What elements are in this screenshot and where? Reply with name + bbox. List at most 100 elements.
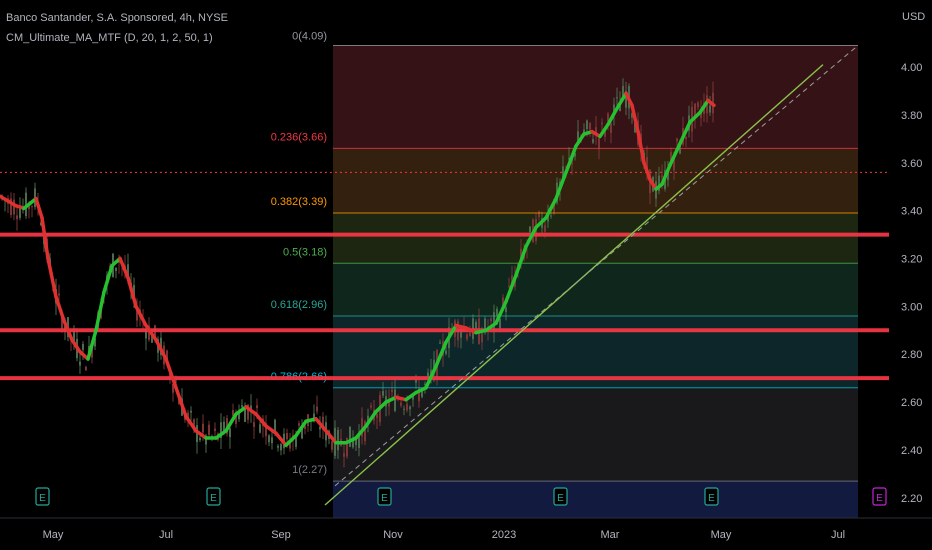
candle-body [115,267,117,272]
candle-body [685,136,687,140]
x-tick-label: Jul [159,529,173,541]
candle-body [79,361,81,366]
candle-body [592,139,594,143]
x-tick-label: Sep [271,529,291,541]
candle-body [271,437,273,444]
candle-body [316,406,318,412]
y-tick-label: 3.80 [901,110,922,122]
candle-body [190,410,192,413]
candle-body [661,175,663,178]
candle-body [343,453,345,457]
candle-body [19,208,21,218]
candle-body [409,406,411,410]
y-tick-label: 3.20 [901,254,922,266]
currency-label: USD [902,11,925,23]
candle-body [337,429,339,451]
candle-body [391,389,393,393]
fib-zone [333,387,858,482]
y-tick-label: 2.80 [901,349,922,361]
candle-body [298,423,300,426]
candle-body [394,389,396,411]
candle-body [259,424,261,433]
y-tick-label: 2.60 [901,397,922,409]
candle-body [439,342,441,344]
candle-body [508,285,510,287]
candle-body [202,423,204,433]
candle-body [610,123,612,133]
fib-zone [333,481,858,518]
fib-level-label: 1(2.27) [292,464,327,476]
fib-zone [333,263,858,316]
candle-body [481,333,483,343]
candle-body [229,428,231,438]
candle-body [376,413,378,418]
x-tick-label: Nov [383,529,403,541]
earnings-marker-label: E [876,493,883,504]
earnings-marker[interactable]: E [35,487,50,506]
earnings-marker-label: E [708,493,715,504]
candle-body [469,332,471,337]
earnings-marker[interactable]: E [872,487,887,506]
candle-body [466,334,468,340]
indicator-label[interactable]: CM_Ultimate_MA_MTF (D, 20, 1, 2, 50, 1) [6,32,213,44]
candle-body [85,366,87,371]
fib-level-label: 0(4.09) [292,30,327,42]
y-tick-label: 4.00 [901,62,922,74]
candle-body [709,105,711,113]
x-tick-label: Mar [601,529,620,541]
x-tick-label: Jul [831,529,845,541]
candle-body [505,307,507,312]
candle-body [697,102,699,108]
candle-body [529,226,531,233]
candle-body [286,433,288,440]
candle-body [493,312,495,332]
candle-body [616,97,618,99]
x-tick-label: May [43,529,64,541]
candle-body [349,426,351,447]
earnings-marker[interactable]: E [553,487,568,506]
candle-body [445,350,447,354]
candle-body [280,444,282,451]
candle-body [538,211,540,218]
candle-body [601,122,603,125]
candle-body [331,441,333,450]
chart-title: Banco Santander, S.A. Sponsored, 4h, NYS… [6,12,228,24]
price-axis[interactable]: USD 4.00 3.80 3.60 3.40 3.20 3.00 2.80 2.60 2.40… [889,0,932,518]
fib-level-label: 0.618(2.96) [271,299,327,311]
fib-level-label: 0.382(3.39) [271,196,327,208]
x-tick-label: 2023 [492,529,516,541]
y-tick-label: 3.60 [901,158,922,170]
candle-body [241,405,243,408]
candle-body [382,391,384,396]
candle-body [208,424,210,435]
y-tick-label: 2.40 [901,445,922,457]
candle-body [400,402,402,406]
candle-body [544,225,546,232]
fib-level-label: 0.236(3.66) [271,131,327,143]
candle-body [406,403,408,411]
candle-body [256,405,258,409]
y-tick-label: 3.40 [901,206,922,218]
earnings-marker-label: E [381,493,388,504]
candle-body [82,343,84,350]
candle-body [58,293,60,296]
candle-body [16,215,18,220]
candle-body [268,435,270,443]
candle-body [403,408,405,410]
candle-body [460,332,462,338]
candle-body [550,215,552,217]
fib-level-label: 0.5(3.18) [283,246,327,258]
earnings-marker[interactable]: E [704,487,719,506]
candle-body [676,138,678,142]
earnings-marker-label: E [39,493,46,504]
earnings-marker[interactable]: E [377,487,392,506]
x-tick-label: May [711,529,732,541]
candle-body [598,137,600,149]
candle-body [199,437,201,441]
price-chart[interactable]: 0(4.09) 0.236(3.66) 0.382(3.39) 0.5(3.18) 0.… [0,0,932,550]
candle-body [253,422,255,427]
candle-body [586,120,588,130]
candle-body [499,318,501,329]
candle-body [490,318,492,322]
earnings-marker[interactable]: E [206,487,221,506]
